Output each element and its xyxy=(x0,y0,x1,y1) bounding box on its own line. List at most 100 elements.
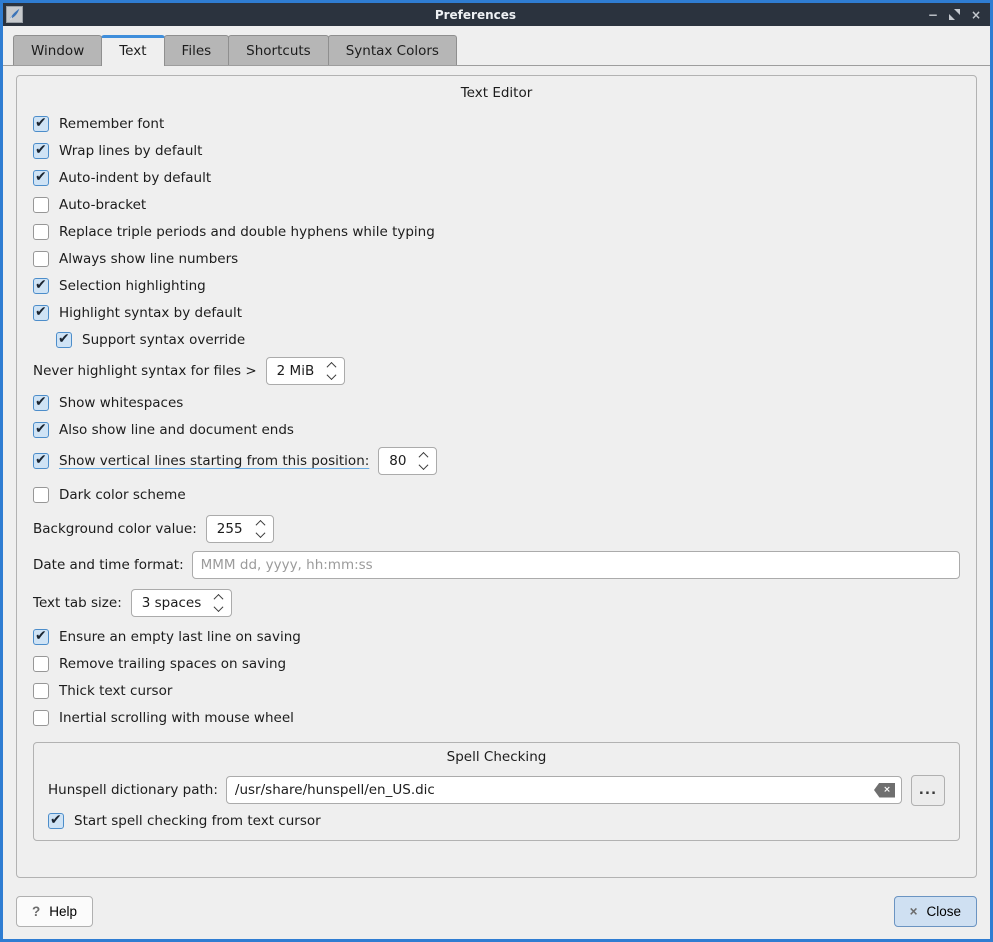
tab-window[interactable]: Window xyxy=(13,35,102,65)
syntax-override-checkbox[interactable] xyxy=(56,332,72,348)
vertical-lines-label[interactable]: Show vertical lines starting from this p… xyxy=(59,453,369,469)
tab-files[interactable]: Files xyxy=(164,35,230,65)
inertial-scroll-checkbox[interactable] xyxy=(33,710,49,726)
bg-color-spinbox[interactable]: 255 xyxy=(206,515,274,543)
row-auto-bracket: Auto-bracket xyxy=(33,191,960,218)
auto-bracket-checkbox[interactable] xyxy=(33,197,49,213)
row-replace-periods: Replace triple periods and double hyphen… xyxy=(33,218,960,245)
datetime-format-field-wrap xyxy=(192,551,960,579)
spell-checking-group: Spell Checking Hunspell dictionary path:… xyxy=(33,742,960,841)
row-remove-trailing: Remove trailing spaces on saving xyxy=(33,650,960,677)
row-line-numbers: Always show line numbers xyxy=(33,245,960,272)
auto-bracket-label[interactable]: Auto-bracket xyxy=(59,197,146,213)
syntax-override-label[interactable]: Support syntax override xyxy=(82,332,245,348)
wrap-lines-checkbox[interactable] xyxy=(33,143,49,159)
tab-shortcuts[interactable]: Shortcuts xyxy=(228,35,329,65)
minimize-icon[interactable]: − xyxy=(928,9,938,21)
never-highlight-label: Never highlight syntax for files > xyxy=(33,363,257,379)
help-button-label: Help xyxy=(49,904,77,919)
row-highlight-syntax: Highlight syntax by default xyxy=(33,299,960,326)
datetime-format-input[interactable] xyxy=(201,557,953,573)
thick-cursor-label[interactable]: Thick text cursor xyxy=(59,683,172,699)
app-feather-icon xyxy=(6,6,23,23)
row-syntax-override: Support syntax override xyxy=(56,326,960,353)
row-datetime-format: Date and time format: xyxy=(33,547,960,583)
highlight-syntax-checkbox[interactable] xyxy=(33,305,49,321)
spinner-arrows-icon[interactable] xyxy=(328,362,335,380)
remove-trailing-label[interactable]: Remove trailing spaces on saving xyxy=(59,656,286,672)
row-tab-size: Text tab size: 3 spaces xyxy=(33,585,960,621)
window-title: Preferences xyxy=(23,8,928,22)
bg-color-label: Background color value: xyxy=(33,521,197,537)
row-vertical-lines: Show vertical lines starting from this p… xyxy=(33,445,960,477)
hunspell-path-label: Hunspell dictionary path: xyxy=(48,782,218,798)
vertical-lines-checkbox[interactable] xyxy=(33,453,49,469)
dark-scheme-checkbox[interactable] xyxy=(33,487,49,503)
remember-font-checkbox[interactable] xyxy=(33,116,49,132)
spell-from-cursor-label[interactable]: Start spell checking from text cursor xyxy=(74,813,321,829)
close-icon: × xyxy=(910,904,918,919)
selection-highlighting-label[interactable]: Selection highlighting xyxy=(59,278,206,294)
tab-size-value: 3 spaces xyxy=(142,595,202,611)
row-wrap-lines: Wrap lines by default xyxy=(33,137,960,164)
row-inertial-scroll: Inertial scrolling with mouse wheel xyxy=(33,704,960,731)
remove-trailing-checkbox[interactable] xyxy=(33,656,49,672)
hunspell-path-input[interactable] xyxy=(235,782,868,798)
bg-color-value: 255 xyxy=(217,521,243,537)
window-controls: − × xyxy=(928,9,981,21)
clear-text-icon[interactable]: × xyxy=(874,783,895,798)
tab-text[interactable]: Text xyxy=(101,35,164,66)
show-whitespaces-checkbox[interactable] xyxy=(33,395,49,411)
row-never-highlight: Never highlight syntax for files > 2 MiB xyxy=(33,355,960,387)
preferences-window: Preferences − × Window Text Files Shortc… xyxy=(0,0,993,942)
remember-font-label[interactable]: Remember font xyxy=(59,116,164,132)
empty-last-line-label[interactable]: Ensure an empty last line on saving xyxy=(59,629,301,645)
never-highlight-spinbox[interactable]: 2 MiB xyxy=(266,357,346,385)
spinner-arrows-icon[interactable] xyxy=(215,594,222,612)
empty-last-line-checkbox[interactable] xyxy=(33,629,49,645)
thick-cursor-checkbox[interactable] xyxy=(33,683,49,699)
auto-indent-label[interactable]: Auto-indent by default xyxy=(59,170,211,186)
line-doc-ends-label[interactable]: Also show line and document ends xyxy=(59,422,294,438)
row-bg-color: Background color value: 255 xyxy=(33,513,960,545)
spinner-arrows-icon[interactable] xyxy=(257,520,264,538)
hunspell-path-field-wrap: × xyxy=(226,776,902,804)
row-line-doc-ends: Also show line and document ends xyxy=(33,416,960,443)
line-numbers-label[interactable]: Always show line numbers xyxy=(59,251,238,267)
help-button[interactable]: ? Help xyxy=(16,896,93,927)
tab-bar: Window Text Files Shortcuts Syntax Color… xyxy=(3,26,990,66)
dark-scheme-label[interactable]: Dark color scheme xyxy=(59,487,186,503)
spell-from-cursor-checkbox[interactable] xyxy=(48,813,64,829)
maximize-icon[interactable] xyxy=(949,9,960,20)
replace-periods-checkbox[interactable] xyxy=(33,224,49,240)
replace-periods-label[interactable]: Replace triple periods and double hyphen… xyxy=(59,224,435,240)
vertical-lines-spinbox[interactable]: 80 xyxy=(378,447,437,475)
spell-checking-group-title: Spell Checking xyxy=(48,749,945,765)
row-auto-indent: Auto-indent by default xyxy=(33,164,960,191)
vertical-lines-value: 80 xyxy=(389,453,406,469)
browse-button[interactable]: ... xyxy=(911,775,945,806)
datetime-format-label: Date and time format: xyxy=(33,557,184,573)
close-button-label: Close xyxy=(926,904,961,919)
text-editor-group: Text Editor Remember font Wrap lines by … xyxy=(16,75,977,878)
row-selection-highlighting: Selection highlighting xyxy=(33,272,960,299)
text-editor-group-title: Text Editor xyxy=(33,85,960,101)
line-doc-ends-checkbox[interactable] xyxy=(33,422,49,438)
row-hunspell-path: Hunspell dictionary path: × ... xyxy=(48,773,945,807)
text-tab-page: Text Editor Remember font Wrap lines by … xyxy=(3,66,990,885)
highlight-syntax-label[interactable]: Highlight syntax by default xyxy=(59,305,242,321)
auto-indent-checkbox[interactable] xyxy=(33,170,49,186)
spinner-arrows-icon[interactable] xyxy=(420,452,427,470)
wrap-lines-label[interactable]: Wrap lines by default xyxy=(59,143,202,159)
row-empty-last-line: Ensure an empty last line on saving xyxy=(33,623,960,650)
close-window-icon[interactable]: × xyxy=(971,9,981,21)
tab-size-spinbox[interactable]: 3 spaces xyxy=(131,589,233,617)
line-numbers-checkbox[interactable] xyxy=(33,251,49,267)
show-whitespaces-label[interactable]: Show whitespaces xyxy=(59,395,183,411)
tab-syntax-colors[interactable]: Syntax Colors xyxy=(328,35,457,65)
close-button[interactable]: × Close xyxy=(894,896,977,927)
help-icon: ? xyxy=(32,904,40,919)
inertial-scroll-label[interactable]: Inertial scrolling with mouse wheel xyxy=(59,710,294,726)
never-highlight-value: 2 MiB xyxy=(277,363,315,379)
selection-highlighting-checkbox[interactable] xyxy=(33,278,49,294)
